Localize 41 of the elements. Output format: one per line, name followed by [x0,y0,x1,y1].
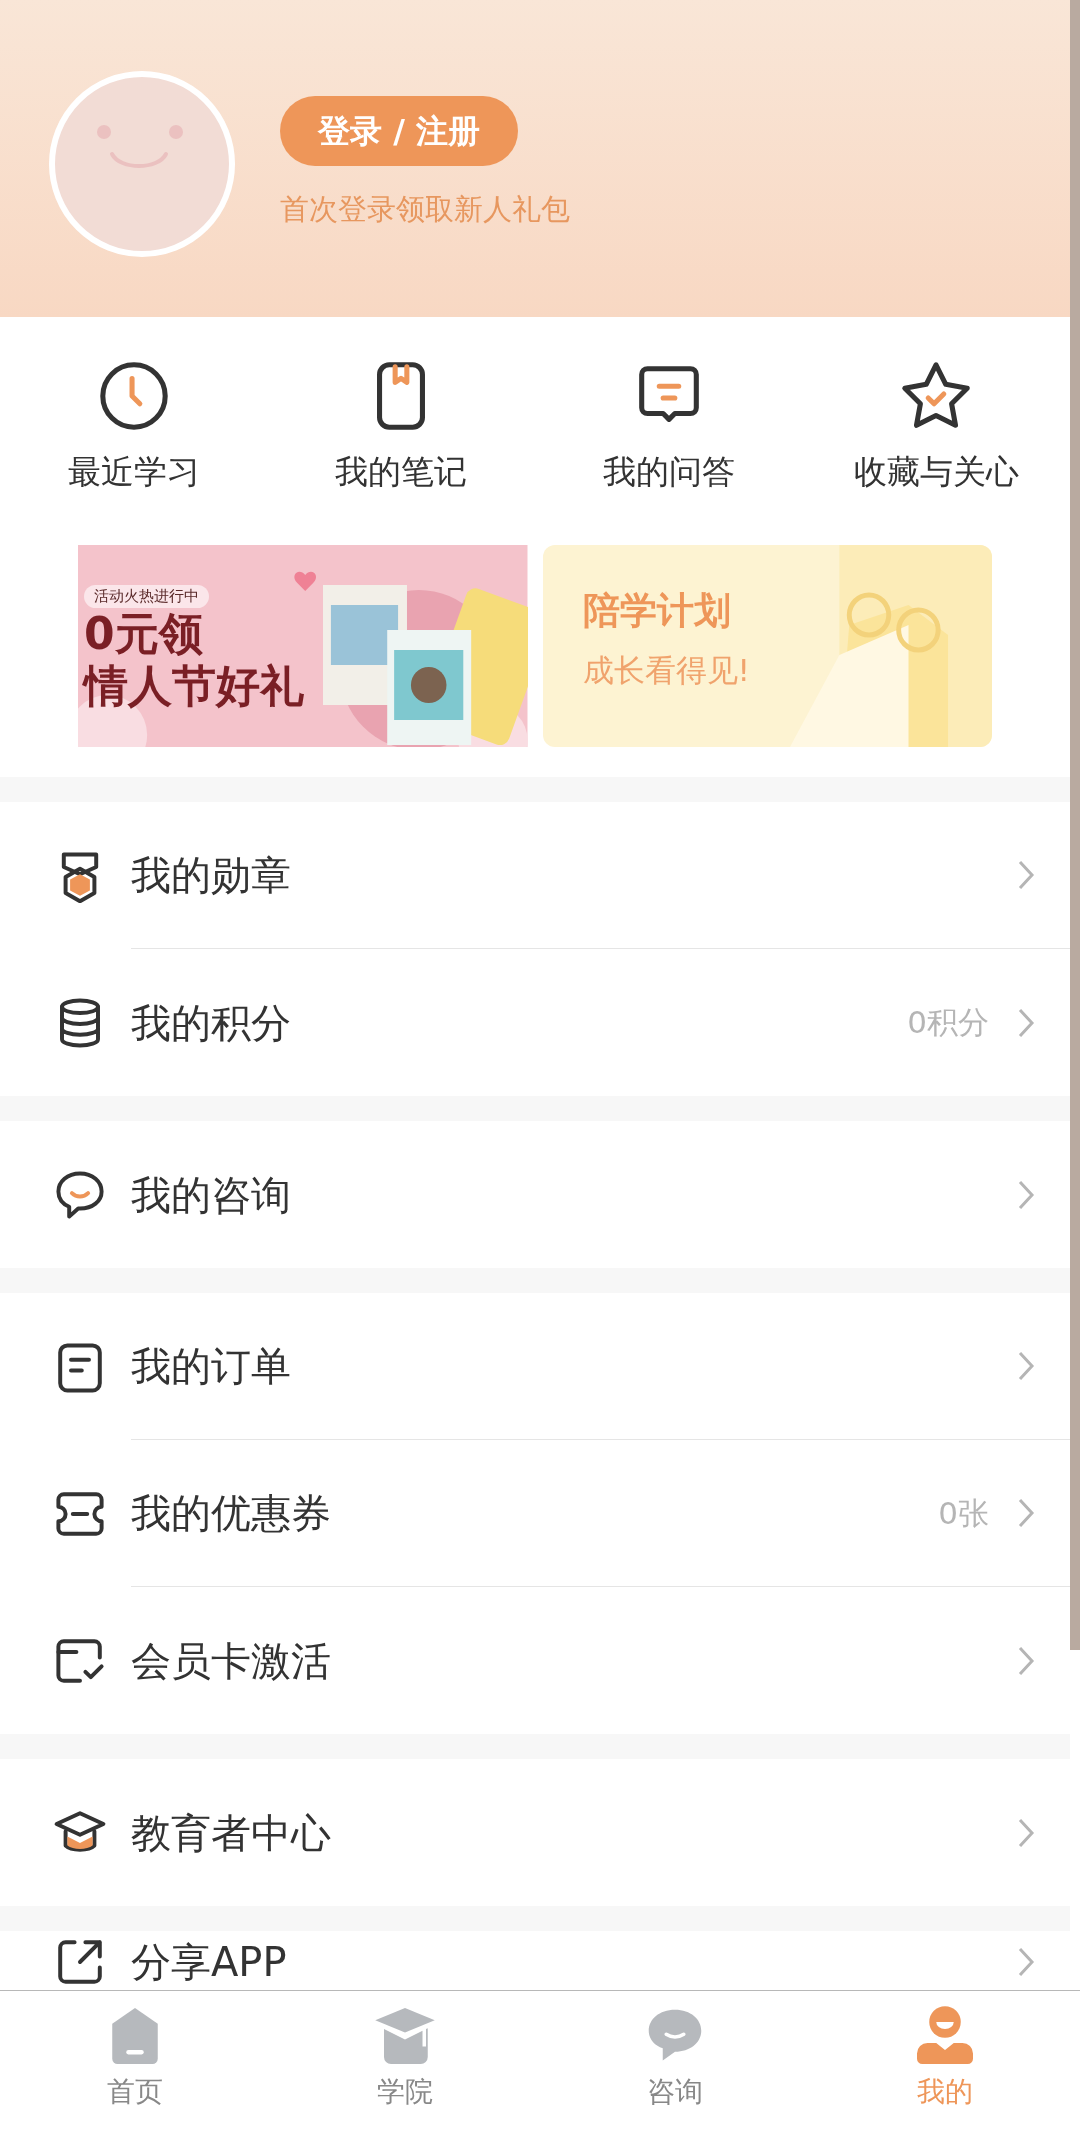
chevron-right-icon [1017,1497,1035,1529]
avatar-icon [48,69,236,258]
chevron-right-icon [1017,1644,1035,1677]
menu-row[interactable]: 会员卡激活 [0,1587,1070,1734]
tab-item[interactable]: 学院 [270,1991,540,2137]
chevron-right-icon [1017,859,1035,891]
menu-label: 分享APP [131,1938,288,1987]
menu-row[interactable]: 我的订单 [0,1293,1070,1440]
tab-item[interactable]: 首页 [0,1991,270,2137]
menu-label: 会员卡激活 [131,1636,332,1686]
banner-title: 陪学计划 [582,588,731,634]
menu-row[interactable]: 我的优惠券 0张 [0,1440,1070,1587]
tab-item[interactable]: 咨询 [540,1991,810,2137]
menu-row[interactable]: 我的咨询 [0,1121,1070,1268]
banner-title: 情人节好礼 [84,659,304,712]
menu-label: 我的勋章 [131,851,292,900]
menu-label: 我的订单 [131,1342,292,1391]
menu-value: 0积分 [907,1003,989,1043]
chevron-right-icon [1017,1006,1035,1039]
new-user-hint: 首次登录领取新人礼包 [280,190,570,228]
banner-title: 0元领 [84,607,203,660]
chevron-right-icon [1017,1178,1035,1211]
shortcut-button[interactable]: 我的笔记 [267,357,535,497]
menu-row[interactable]: 分享APP [0,1931,1070,1990]
menu-row[interactable]: 教育者中心 [0,1759,1070,1906]
banner-subtitle: 成长看得见! [582,650,750,690]
banner-tag: 活动火热进行中 [84,585,209,608]
menu-label: 教育者中心 [131,1808,332,1858]
promo-banner[interactable]: 活动火热进行中 0元领 情人节好礼 [78,545,528,747]
menu-label: 我的优惠券 [131,1489,332,1538]
shortcut-button[interactable]: 我的问答 [535,357,803,497]
menu-label: 我的咨询 [131,1170,292,1220]
menu-label: 我的积分 [131,998,292,1048]
shortcut-button[interactable]: 收藏与关心 [802,357,1070,497]
shortcut-button[interactable]: 最近学习 [0,357,268,497]
chevron-right-icon [1017,1350,1035,1382]
menu-value: 0张 [938,1493,989,1533]
menu-row[interactable]: 我的积分 0积分 [0,949,1070,1096]
chevron-right-icon [1017,1946,1035,1978]
menu-row[interactable]: 我的勋章 [0,802,1070,949]
chevron-right-icon [1017,1816,1035,1849]
